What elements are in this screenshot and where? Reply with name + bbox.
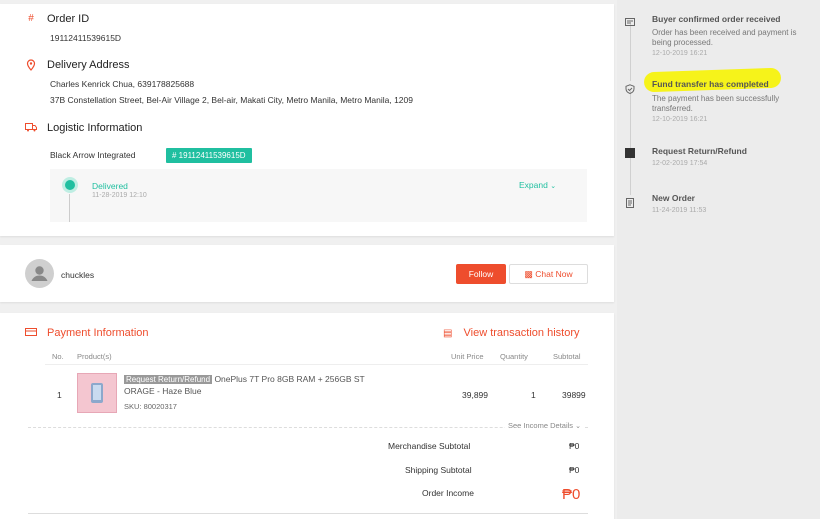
logistic-status-box: Delivered 11-28-2019 12:10 Expand ⌄ xyxy=(50,169,587,222)
table-header-divider xyxy=(45,364,588,365)
expand-toggle[interactable]: Expand ⌄ xyxy=(519,180,556,190)
timeline-title-1: Buyer confirmed order received xyxy=(652,14,781,24)
return-refund-square-icon xyxy=(625,148,635,158)
buyer-name[interactable]: chuckles xyxy=(61,270,94,280)
status-line xyxy=(69,194,70,222)
timeline-date-1: 12-10-2019 16:21 xyxy=(652,50,708,57)
order-income-label: Order Income xyxy=(422,488,474,498)
timeline-line xyxy=(630,22,631,204)
order-detail-main: # Order ID 19112411539615D Delivery Addr… xyxy=(0,0,614,519)
return-refund-tag: Request Return/Refund xyxy=(124,375,213,384)
merch-subtotal-label: Merchandise Subtotal xyxy=(388,441,471,451)
delivery-address-line: 37B Constellation Street, Bel-Air Villag… xyxy=(50,95,413,105)
delivery-address-label: Delivery Address xyxy=(47,59,130,71)
product-name-2[interactable]: ORAGE - Haze Blue xyxy=(124,386,201,396)
col-unit-price: Unit Price xyxy=(451,352,484,361)
truck-icon xyxy=(25,122,37,134)
product-sku: SKU: 80020317 xyxy=(124,402,177,411)
order-id-label: Order ID xyxy=(47,13,90,25)
item-subtotal: 39899 xyxy=(562,390,586,400)
carrier-name: Black Arrow Integrated xyxy=(50,150,136,160)
chat-now-button[interactable]: ▩ Chat Now xyxy=(509,264,588,284)
logistic-info-label: Logistic Information xyxy=(47,122,143,134)
timeline-desc-2: The payment has been successfully transf… xyxy=(652,94,780,113)
delivery-name-phone: Charles Kenrick Chua, 639178825688 xyxy=(50,79,195,89)
see-income-details[interactable]: See Income Details ⌄ xyxy=(505,421,585,430)
timeline-date-3: 12-02-2019 17:54 xyxy=(652,160,708,167)
product-name-line-1[interactable]: Request Return/Refund OnePlus 7T Pro 8GB… xyxy=(124,374,365,384)
history-list-icon: ▤ xyxy=(443,328,453,339)
document-icon xyxy=(625,195,635,208)
status-dot xyxy=(65,180,75,190)
order-id-icon: # xyxy=(28,13,34,24)
timeline-date-4: 11-24-2019 11:53 xyxy=(652,207,707,214)
timeline-date-2: 12-10-2019 16:21 xyxy=(652,116,708,123)
view-history-link[interactable]: ▤ View transaction history xyxy=(443,327,579,339)
item-quantity: 1 xyxy=(531,390,536,400)
location-pin-icon xyxy=(25,59,37,71)
user-icon xyxy=(31,266,48,281)
item-divider xyxy=(28,427,588,428)
chevron-down-icon: ⌄ xyxy=(550,183,557,190)
product-image[interactable] xyxy=(77,373,117,413)
item-unit-price: 39,899 xyxy=(462,390,488,400)
see-income-label: See Income Details xyxy=(508,421,574,430)
payment-card xyxy=(0,313,614,519)
chat-now-label: Chat Now xyxy=(535,268,573,279)
shield-check-icon xyxy=(625,81,635,95)
col-products: Product(s) xyxy=(77,352,112,361)
timeline-desc-1: Order has been received and payment is b… xyxy=(652,28,797,47)
receipt-icon xyxy=(625,14,635,26)
status-date: 11-28-2019 12:10 xyxy=(92,192,147,199)
col-subtotal: Subtotal xyxy=(553,352,581,361)
footer-divider xyxy=(28,513,588,514)
timeline-title-4: New Order xyxy=(652,193,695,203)
expand-label: Expand xyxy=(519,180,548,190)
merch-subtotal-value: ₱0 xyxy=(569,441,580,451)
follow-button[interactable]: Follow xyxy=(456,264,506,284)
phone-image-icon xyxy=(91,383,103,403)
payment-info-title: Payment Information xyxy=(47,327,149,339)
item-no: 1 xyxy=(57,390,62,400)
view-history-label: View transaction history xyxy=(463,327,580,339)
col-quantity: Quantity xyxy=(500,352,528,361)
payment-icon xyxy=(25,327,37,339)
shipping-subtotal-label: Shipping Subtotal xyxy=(405,465,472,475)
col-no: No. xyxy=(52,352,64,361)
shipping-subtotal-value: ₱0 xyxy=(569,465,580,475)
status-text: Delivered xyxy=(92,181,128,191)
chat-bubble-icon: ▩ xyxy=(524,268,533,279)
product-name-1: OnePlus 7T Pro 8GB RAM + 256GB ST xyxy=(214,374,365,384)
order-id-value: 19112411539615D xyxy=(50,33,122,43)
avatar[interactable] xyxy=(25,259,54,288)
tracking-number-badge[interactable]: # 19112411539615D xyxy=(166,148,252,163)
order-income-value: ₱0 xyxy=(562,486,581,503)
timeline-title-3: Request Return/Refund xyxy=(652,146,747,156)
timeline-title-2: Fund transfer has completed xyxy=(652,79,769,89)
chevron-down-icon: ⌄ xyxy=(575,423,582,430)
